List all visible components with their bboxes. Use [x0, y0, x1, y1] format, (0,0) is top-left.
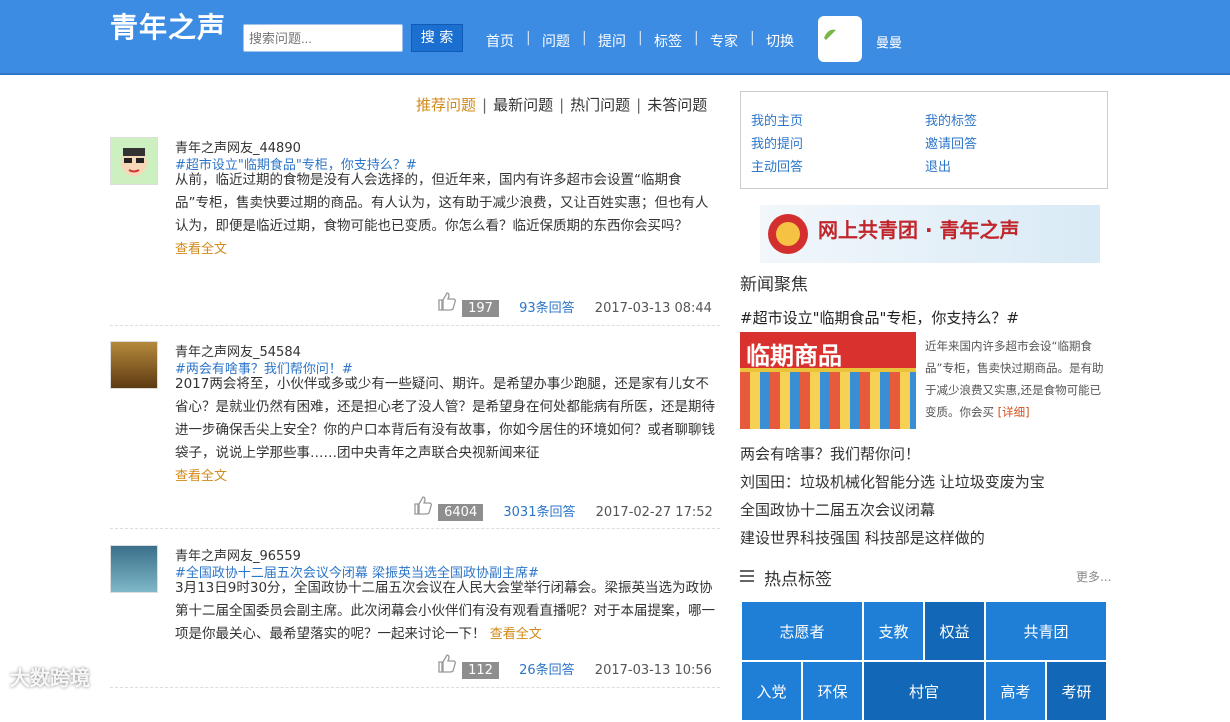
tag-rights[interactable]: 权益: [924, 601, 985, 661]
tab-unanswered[interactable]: 未答问题: [647, 94, 707, 115]
user-panel: 我的主页 我的标签 我的提问 邀请回答 主动回答 退出: [740, 91, 1108, 189]
nav-separator: |: [750, 30, 755, 46]
answer-count-link[interactable]: 93条回答: [519, 301, 575, 316]
post-body: 从前，临近过期的食物是没有人会选择的，但近年来，国内有许多超市会设置“临期食品”…: [175, 169, 715, 261]
avatar[interactable]: [110, 137, 158, 185]
more-tags-link[interactable]: 更多...: [1076, 568, 1111, 585]
read-more-link[interactable]: 查看全文: [175, 242, 227, 257]
username[interactable]: 曼曼: [876, 32, 902, 51]
thumbs-up-icon[interactable]: [436, 652, 458, 674]
answer-count-link[interactable]: 26条回答: [519, 663, 575, 678]
avatar-leaf-icon: [824, 29, 836, 40]
divider: [110, 325, 720, 326]
watermark: 大数跨境: [10, 662, 90, 691]
like-count: 112: [462, 662, 499, 679]
news-section-title: 新闻聚焦: [740, 275, 808, 295]
news-image-shelves: [740, 372, 916, 429]
avatar[interactable]: [110, 545, 158, 593]
post-meta: 6404 3031条回答 2017-02-27 17:52: [412, 494, 713, 521]
banner-text: 网上共青团 · 青年之声: [818, 218, 1020, 242]
link-my-home[interactable]: 我的主页: [751, 110, 803, 129]
nav-separator: |: [582, 30, 587, 46]
nav-switch[interactable]: 切换: [766, 31, 794, 51]
avatar[interactable]: [110, 341, 158, 389]
tag-environment[interactable]: 环保: [802, 661, 863, 721]
top-navbar: 青年之声 搜 索 首页 | 问题 | 提问 | 标签 | 专家 | 切换 曼曼: [0, 0, 1230, 75]
nav-questions[interactable]: 问题: [542, 31, 570, 51]
tab-separator: |: [559, 96, 565, 114]
nav-separator: |: [526, 30, 531, 46]
news-headline[interactable]: #超市设立"临期食品"专柜，你支持么？#: [740, 307, 1019, 328]
sort-tabs: 推荐问题 | 最新问题 | 热门问题 | 未答问题: [416, 94, 707, 115]
post-time: 2017-02-27 17:52: [595, 505, 713, 520]
list-icon: [740, 570, 754, 582]
watermark-text: 大数跨境: [10, 666, 90, 690]
link-logout[interactable]: 退出: [925, 156, 951, 175]
youth-league-banner[interactable]: 网上共青团 · 青年之声: [760, 205, 1100, 263]
site-logo[interactable]: 青年之声: [110, 6, 226, 46]
hot-tags-title: 热点标签: [764, 570, 832, 590]
tab-separator: |: [482, 96, 488, 114]
news-image-text: 临期商品: [746, 342, 842, 370]
user-avatar[interactable]: [818, 16, 862, 62]
like-count: 6404: [438, 504, 484, 521]
tag-gaokao[interactable]: 高考: [985, 661, 1046, 721]
thumbs-up-icon[interactable]: [412, 494, 434, 516]
post-meta: 112 26条回答 2017-03-13 10:56: [436, 652, 712, 679]
tag-teaching[interactable]: 支教: [863, 601, 924, 661]
post-text: 从前，临近过期的食物是没有人会选择的，但近年来，国内有许多超市会设置“临期食品”…: [175, 172, 709, 234]
post-time: 2017-03-13 10:56: [594, 663, 712, 678]
nav-home[interactable]: 首页: [486, 31, 514, 51]
tag-volunteer[interactable]: 志愿者: [741, 601, 863, 661]
nav-separator: |: [638, 30, 643, 46]
post-text: 3月13日9时30分，全国政协十二届五次会议在人民大会堂举行闭幕会。梁振英当选为…: [175, 580, 715, 642]
post-time: 2017-03-13 08:44: [594, 301, 712, 316]
nav-tags[interactable]: 标签: [654, 31, 682, 51]
news-link[interactable]: 建设世界科技强国 科技部是这样做的: [740, 527, 985, 548]
tag-postgrad-exam[interactable]: 考研: [1046, 661, 1107, 721]
tab-separator: |: [636, 96, 642, 114]
news-summary: 近年来国内许多超市会设“临期食品”专柜，售卖快过期商品。是有助于减少浪费又实惠,…: [925, 335, 1110, 423]
read-more-link[interactable]: 查看全文: [490, 627, 542, 642]
read-more-link[interactable]: 查看全文: [175, 469, 227, 484]
divider: [110, 687, 720, 688]
divider: [110, 528, 720, 529]
nav-experts[interactable]: 专家: [710, 31, 738, 51]
post-meta: 197 93条回答 2017-03-13 08:44: [436, 290, 712, 317]
search-button[interactable]: 搜 索: [411, 24, 463, 52]
tag-village-official[interactable]: 村官: [863, 661, 985, 721]
league-emblem-icon: [768, 214, 808, 254]
link-invite-answer[interactable]: 邀请回答: [925, 133, 977, 152]
cartoon-face-icon: [121, 148, 147, 176]
news-link[interactable]: 刘国田：垃圾机械化智能分选 让垃圾变废为宝: [740, 471, 1045, 492]
post-body: 3月13日9时30分，全国政协十二届五次会议在人民大会堂举行闭幕会。梁振英当选为…: [175, 577, 715, 646]
tab-recommended[interactable]: 推荐问题: [416, 94, 476, 115]
news-link[interactable]: 两会有啥事？我们帮你问！: [740, 443, 920, 464]
thumbs-up-icon[interactable]: [436, 290, 458, 312]
nav-ask[interactable]: 提问: [598, 31, 626, 51]
tag-join-party[interactable]: 入党: [741, 661, 802, 721]
tag-youth-league[interactable]: 共青团: [985, 601, 1107, 661]
news-detail-link[interactable]: [详细]: [998, 405, 1030, 419]
nav-separator: |: [694, 30, 699, 46]
post-body: 2017两会将至，小伙伴或多或少有一些疑问、期许。是希望办事少跑腿，还是家有儿女…: [175, 373, 715, 488]
search-input[interactable]: [243, 24, 403, 52]
link-my-tags[interactable]: 我的标签: [925, 110, 977, 129]
news-image[interactable]: 临期商品: [740, 332, 916, 429]
like-count: 197: [462, 300, 499, 317]
link-my-questions[interactable]: 我的提问: [751, 133, 803, 152]
link-active-answer[interactable]: 主动回答: [751, 156, 803, 175]
tab-hot[interactable]: 热门问题: [570, 94, 630, 115]
answer-count-link[interactable]: 3031条回答: [503, 505, 575, 520]
news-link[interactable]: 全国政协十二届五次会议闭幕: [740, 499, 935, 520]
post-text: 2017两会将至，小伙伴或多或少有一些疑问、期许。是希望办事少跑腿，还是家有儿女…: [175, 376, 715, 461]
tab-latest[interactable]: 最新问题: [493, 94, 553, 115]
